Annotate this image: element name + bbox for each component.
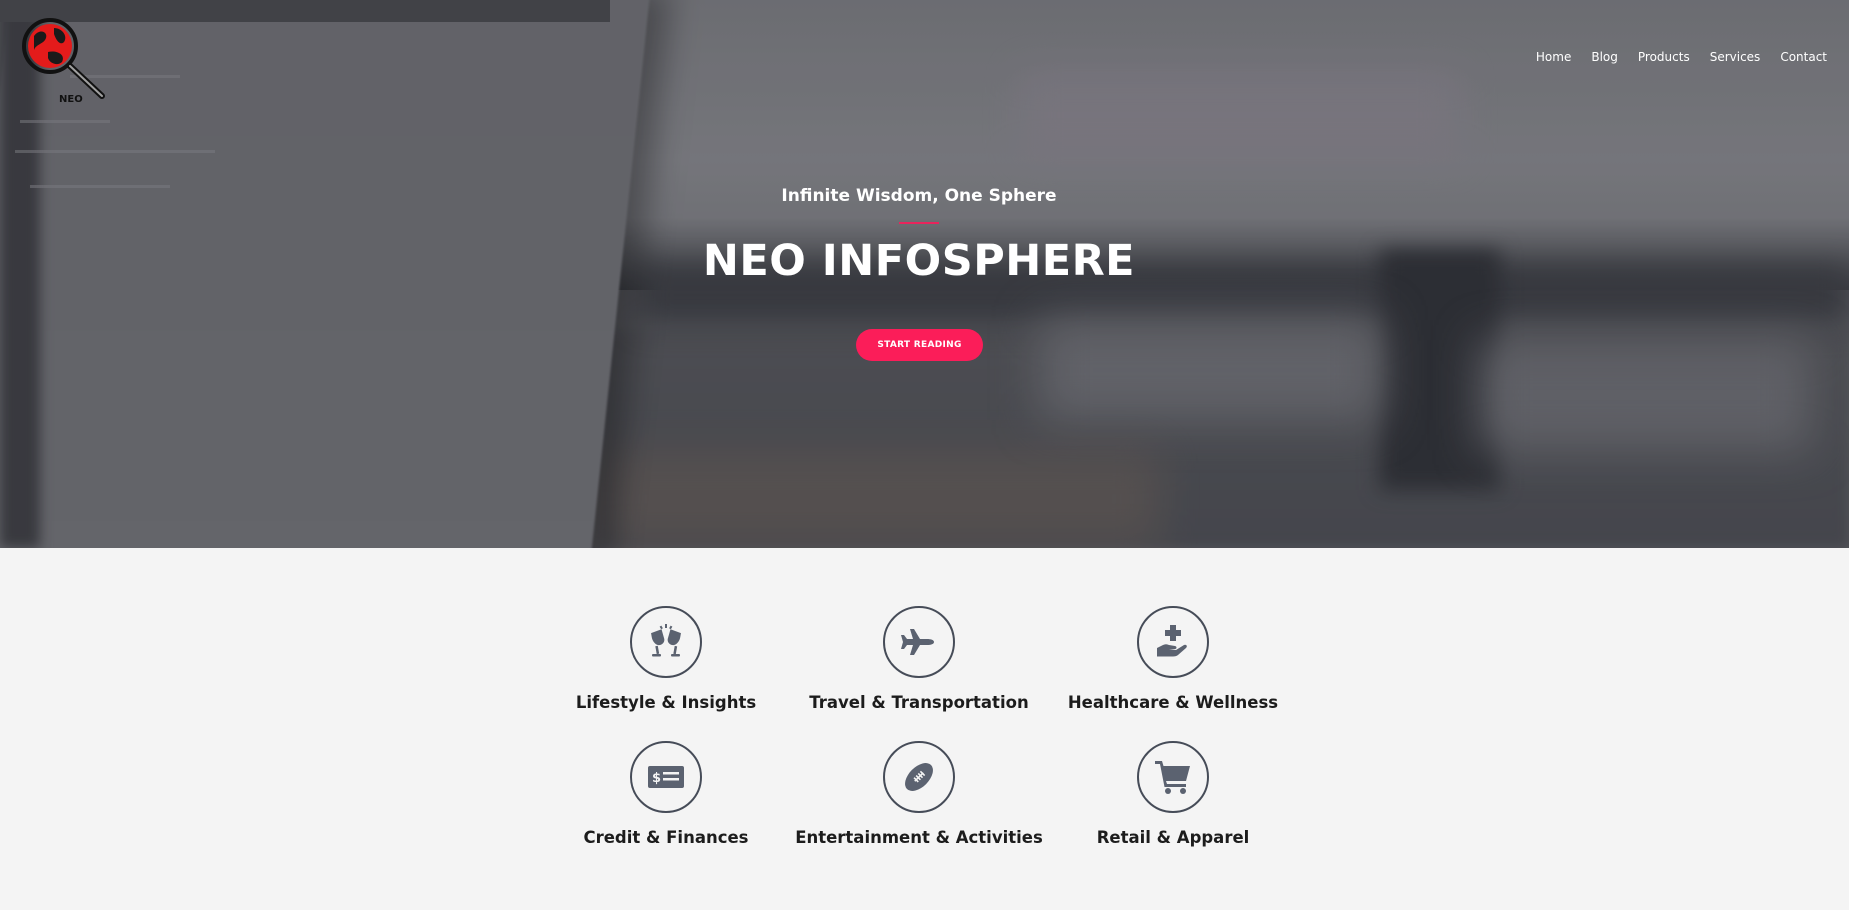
- hero-divider: [899, 222, 939, 224]
- category-entertainment[interactable]: Entertainment & Activities: [789, 741, 1049, 847]
- category-travel[interactable]: Travel & Transportation: [789, 606, 1049, 712]
- category-label: Lifestyle & Insights: [575, 693, 757, 712]
- category-label: Credit & Finances: [583, 828, 749, 847]
- hand-holding-medical-icon: [1137, 606, 1209, 678]
- category-retail[interactable]: Retail & Apparel: [1043, 741, 1303, 847]
- category-lifestyle[interactable]: Lifestyle & Insights: [536, 606, 796, 712]
- money-check-icon: $: [630, 741, 702, 813]
- football-icon: [883, 741, 955, 813]
- hero-content: Infinite Wisdom, One Sphere NEO INFOSPHE…: [0, 0, 1849, 548]
- start-reading-button[interactable]: START READING: [856, 329, 983, 361]
- svg-text:$: $: [652, 771, 661, 786]
- category-label: Entertainment & Activities: [795, 828, 1043, 847]
- category-label: Retail & Apparel: [1096, 828, 1250, 847]
- hero-title: NEO INFOSPHERE: [702, 236, 1136, 286]
- hero-tagline: Infinite Wisdom, One Sphere: [781, 186, 1057, 206]
- category-credit[interactable]: $ Credit & Finances: [536, 741, 796, 847]
- hero-section: NEO Home Blog Products Services Contact …: [0, 0, 1849, 548]
- categories-section: Lifestyle & Insights Travel & Transporta…: [0, 548, 1849, 910]
- category-label: Travel & Transportation: [809, 693, 1029, 712]
- glasses-cheers-icon: [630, 606, 702, 678]
- category-label: Healthcare & Wellness: [1067, 693, 1279, 712]
- plane-icon: [883, 606, 955, 678]
- shopping-cart-icon: [1137, 741, 1209, 813]
- category-healthcare[interactable]: Healthcare & Wellness: [1043, 606, 1303, 712]
